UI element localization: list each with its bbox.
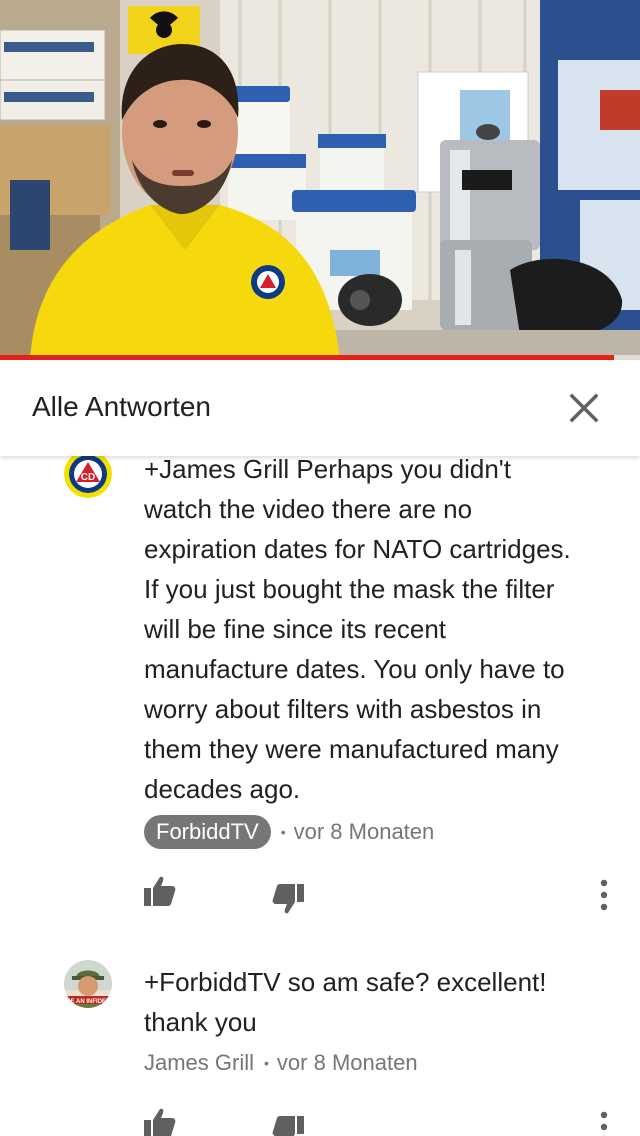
dislike-button[interactable] [270, 881, 306, 917]
like-button[interactable] [142, 873, 178, 909]
close-icon [569, 393, 599, 423]
comment: CD +James Grill Perhaps you didn't watch… [0, 440, 640, 940]
comment-author-badge[interactable]: ForbiddTV [144, 815, 271, 849]
replies-panel-title: Alle Antworten [32, 391, 211, 422]
close-button[interactable] [556, 380, 612, 436]
thumbs-down-icon [272, 884, 304, 914]
comment-menu-button[interactable] [594, 875, 614, 915]
user-avatar-icon[interactable]: BE AN INFIDEL [64, 960, 112, 1008]
more-vert-icon [600, 879, 608, 911]
replies-panel-header: Alle Antworten [0, 360, 640, 456]
comment-menu-button[interactable] [594, 1107, 614, 1136]
comment: BE AN INFIDEL +ForbiddTV so am safe? exc… [0, 955, 640, 1136]
comment-author[interactable]: James Grill [144, 1050, 254, 1076]
civil-defense-logo-icon[interactable]: CD [64, 450, 112, 498]
comment-text: +ForbiddTV so am safe? excellent! thank … [144, 967, 547, 1037]
more-vert-icon [600, 1111, 608, 1136]
dislike-button[interactable] [270, 1113, 306, 1136]
like-button[interactable] [142, 1105, 178, 1136]
meta-separator: • [280, 824, 286, 840]
svg-text:BE AN INFIDEL: BE AN INFIDEL [66, 999, 110, 1005]
page: Alle Antworten CD +James Grill Perhaps y… [0, 0, 640, 1136]
video-player[interactable] [0, 0, 640, 360]
comment-time: vor 8 Monaten [276, 1050, 418, 1075]
thumbs-up-icon [144, 876, 176, 906]
comment-meta: ForbiddTV • vor 8 Monaten [144, 815, 434, 849]
meta-separator: • [264, 1055, 269, 1071]
comment-time: vor 8 Monaten [293, 819, 435, 844]
thumbs-up-icon [144, 1108, 176, 1136]
video-frame [0, 0, 640, 360]
comment-meta: James Grill • vor 8 Monaten [144, 1046, 418, 1080]
thumbs-down-icon [272, 1116, 304, 1136]
svg-text:CD: CD [81, 472, 95, 483]
comment-text: +James Grill Perhaps you didn't watch th… [144, 454, 571, 804]
